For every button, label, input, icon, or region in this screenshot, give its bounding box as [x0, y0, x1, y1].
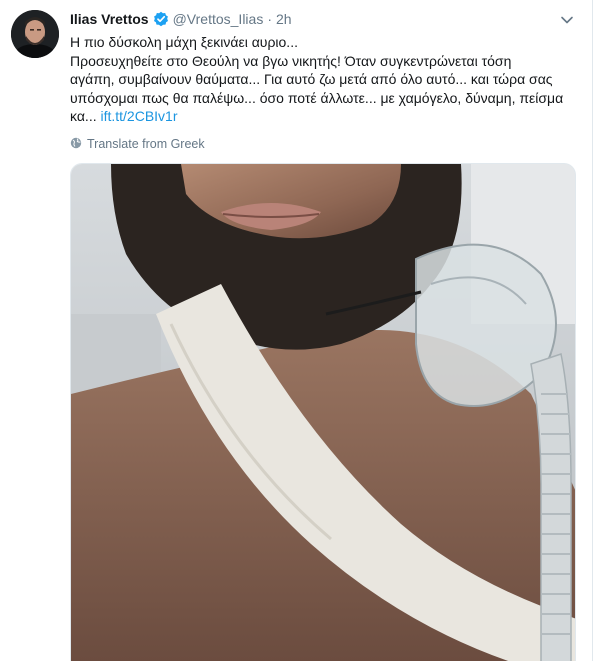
tweet-text-line-last: κα... ift.tt/2CBIv1r — [70, 107, 575, 126]
verified-badge-icon — [153, 11, 169, 27]
translate-button[interactable]: Translate from Greek — [70, 135, 205, 153]
tweet-timestamp[interactable]: 2h — [276, 11, 292, 27]
tweet-text-line: αγάπη, συμβαίνουν θαύματα... Για αυτό ζω… — [70, 71, 553, 87]
avatar[interactable] — [11, 10, 59, 58]
globe-icon — [70, 137, 82, 152]
tweet-text: Η πιο δύσκολη μάχη ξεκινάει αυριο... Προ… — [70, 33, 575, 126]
author-name[interactable]: Ilias Vrettos — [70, 11, 149, 27]
tweet-text-line: υπόσχομαι πως θα παλέψω... όσο ποτέ άλλω… — [70, 89, 564, 106]
avatar-photo — [11, 10, 59, 58]
tweet-text-line: Προσευχηθείτε στο Θεούλη να βγω νικητής!… — [70, 52, 512, 69]
chevron-down-icon[interactable] — [559, 12, 575, 28]
separator-dot: · — [267, 11, 272, 27]
tweet-link[interactable]: ift.tt/2CBIv1r — [100, 108, 177, 124]
photo-icon — [71, 164, 575, 661]
tweet-header: Ilias Vrettos @Vrettos_Ilias · 2h — [70, 9, 292, 29]
tweet-text-line: Η πιο δύσκολη μάχη ξεκινάει αυριο... — [70, 34, 298, 50]
author-handle[interactable]: @Vrettos_Ilias — [173, 11, 264, 27]
tweet-text-line: κα... — [70, 108, 97, 124]
tweet-photo[interactable] — [70, 163, 576, 661]
translate-label: Translate from Greek — [87, 137, 205, 151]
tweet-card[interactable]: Ilias Vrettos @Vrettos_Ilias · 2h Η πιο … — [0, 0, 593, 661]
